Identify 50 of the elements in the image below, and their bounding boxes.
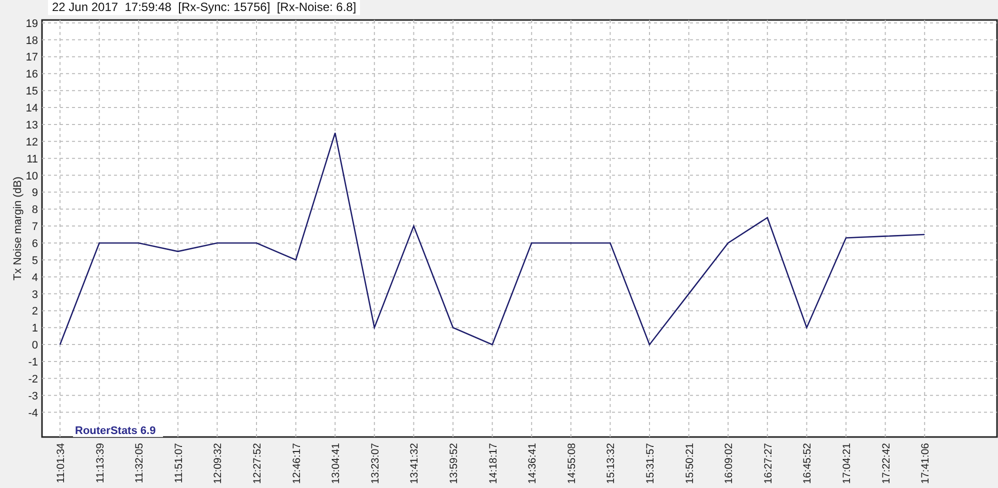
x-tick-label: 17:22:42	[880, 443, 892, 484]
y-tick-label: 14	[26, 102, 38, 115]
x-tick-label: 17:41:06	[920, 443, 932, 484]
y-tick-label: -1	[28, 356, 38, 368]
y-tick-label: 12	[26, 136, 38, 148]
x-tick-label: 12:09:32	[212, 443, 224, 484]
y-tick-label: 17	[26, 52, 38, 64]
y-tick-label: -2	[28, 373, 38, 386]
y-tick-label: 6	[32, 238, 38, 250]
y-tick-label: 2	[32, 306, 38, 318]
y-tick-label: 16	[26, 68, 38, 81]
x-tick-label: 16:09:02	[723, 443, 736, 484]
y-tick-label: 0	[32, 340, 38, 352]
x-tick-label: 13:04:41	[330, 443, 342, 484]
y-tick-label: 4	[32, 272, 38, 284]
y-tick-label: -4	[28, 407, 38, 420]
y-tick-label: 9	[32, 187, 38, 200]
y-tick-label: 7	[32, 221, 38, 234]
x-tick-label: 11:32:05	[134, 443, 146, 484]
x-tick-label: 17:04:21	[841, 443, 853, 484]
y-tick-label: 1	[32, 322, 38, 335]
x-tick-label: 12:46:17	[290, 443, 303, 484]
x-tick-label: 15:13:32	[605, 443, 618, 484]
x-tick-label: 14:55:08	[566, 443, 578, 484]
x-tick-label: 15:31:57	[644, 443, 656, 484]
y-tick-label: 11	[26, 153, 38, 166]
x-tick-label: 14:18:17	[487, 443, 500, 484]
x-tick-label: 16:27:27	[762, 443, 774, 484]
x-tick-label: 11:01:34	[55, 443, 67, 484]
x-tick-label: 16:45:52	[802, 443, 814, 484]
y-tick-label: 5	[32, 254, 38, 267]
x-tick-label: 14:36:41	[526, 443, 539, 484]
y-tick-label: 18	[26, 34, 38, 47]
x-tick-label: 13:41:32	[408, 443, 421, 484]
y-axis-title: Tx Noise margin (dB)	[12, 176, 24, 280]
status-header: 22 Jun 2017 17:59:48 [Rx-Sync: 15756] [Rx-Noise: 6.8]	[48, 0, 360, 15]
version-label: RouterStats 6.9	[75, 425, 156, 437]
x-tick-label: 11:13:39	[94, 443, 106, 484]
y-tick-label: 19	[26, 18, 38, 30]
y-tick-label: 10	[26, 170, 38, 182]
y-tick-label: 3	[32, 288, 38, 301]
x-tick-label: 12:27:52	[252, 443, 264, 484]
x-tick-label: 11:51:07	[172, 443, 185, 484]
x-tick-label: 15:50:21	[684, 443, 696, 484]
y-tick-label: -3	[28, 390, 38, 402]
y-tick-label: 8	[32, 204, 38, 216]
x-tick-label: 13:23:07	[369, 443, 382, 484]
x-tick-label: 13:59:52	[448, 443, 460, 484]
y-tick-label: 15	[26, 86, 38, 98]
y-tick-label: 13	[26, 119, 38, 132]
